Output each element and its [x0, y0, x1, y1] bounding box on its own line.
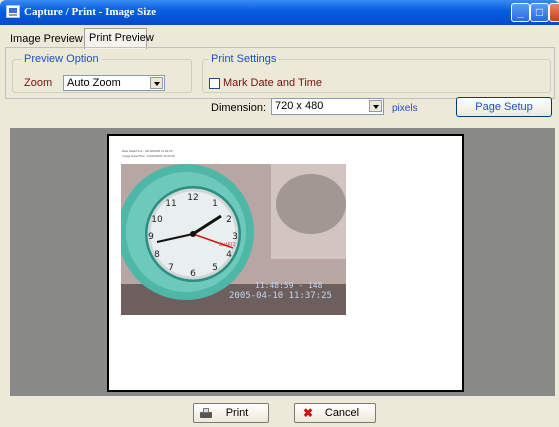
cancel-button-label: Cancel [324, 407, 360, 419]
zoom-select-value: Auto Zoom [67, 77, 121, 89]
svg-text:9: 9 [148, 232, 154, 242]
footer [0, 398, 559, 427]
svg-text:6: 6 [190, 269, 196, 279]
minimize-button[interactable]: _ [511, 3, 530, 22]
zoom-label: Zoom [24, 77, 53, 89]
page-setup-button[interactable]: Page Setup [456, 97, 552, 117]
cancel-button[interactable]: ✖ Cancel [294, 403, 376, 423]
svg-text:10: 10 [151, 215, 163, 225]
dimension-label: Dimension: [211, 102, 267, 114]
app-icon [6, 5, 20, 18]
svg-text:3: 3 [232, 232, 238, 242]
svg-text:8: 8 [154, 250, 160, 260]
svg-text:7: 7 [168, 263, 174, 273]
svg-text:1: 1 [212, 199, 218, 209]
chevron-down-icon[interactable] [369, 100, 382, 112]
svg-text:11: 11 [165, 199, 176, 209]
print-button[interactable]: Print [193, 403, 269, 423]
print-button-label: Print [225, 407, 249, 419]
dimension-select-value: 720 x 480 [275, 100, 324, 112]
photo-overlay-line2: 2005-04-10 11:37:25 [229, 291, 332, 301]
printer-icon [200, 408, 212, 418]
preview-option-title: Preview Option [22, 53, 101, 65]
dimension-select[interactable]: 720 x 480 [271, 98, 384, 115]
close-icon: ✖ [303, 406, 314, 420]
maximize-button[interactable]: □ [530, 3, 549, 22]
zoom-select[interactable]: Auto Zoom [63, 75, 165, 91]
chevron-down-icon[interactable] [150, 77, 163, 89]
tab-print-preview[interactable]: Print Preview [84, 28, 154, 49]
svg-text:12: 12 [187, 193, 198, 203]
close-button[interactable] [549, 3, 559, 22]
window-title: Capture / Print - Image Size [24, 6, 157, 18]
page-header-line2: Image Date/Time : 04/10/2005 11:04:25 [122, 154, 175, 158]
units-label: pixels [392, 103, 418, 114]
page-header-line1: Raw Data/Time : 04/10/2005 11:04:25 [122, 149, 173, 153]
mark-date-label: Mark Date and Time [223, 77, 323, 89]
print-settings-title: Print Settings [209, 53, 279, 65]
photo-overlay-line1: 11:48:59 - 148 [255, 281, 323, 290]
title-bar: Capture / Print - Image Size _ □ [0, 0, 559, 25]
svg-text:4: 4 [226, 250, 232, 260]
mark-date-checkbox[interactable] [209, 78, 220, 89]
svg-text:5: 5 [212, 263, 218, 273]
svg-text:2: 2 [226, 215, 232, 225]
svg-text:QUARTZ: QUARTZ [219, 242, 236, 247]
